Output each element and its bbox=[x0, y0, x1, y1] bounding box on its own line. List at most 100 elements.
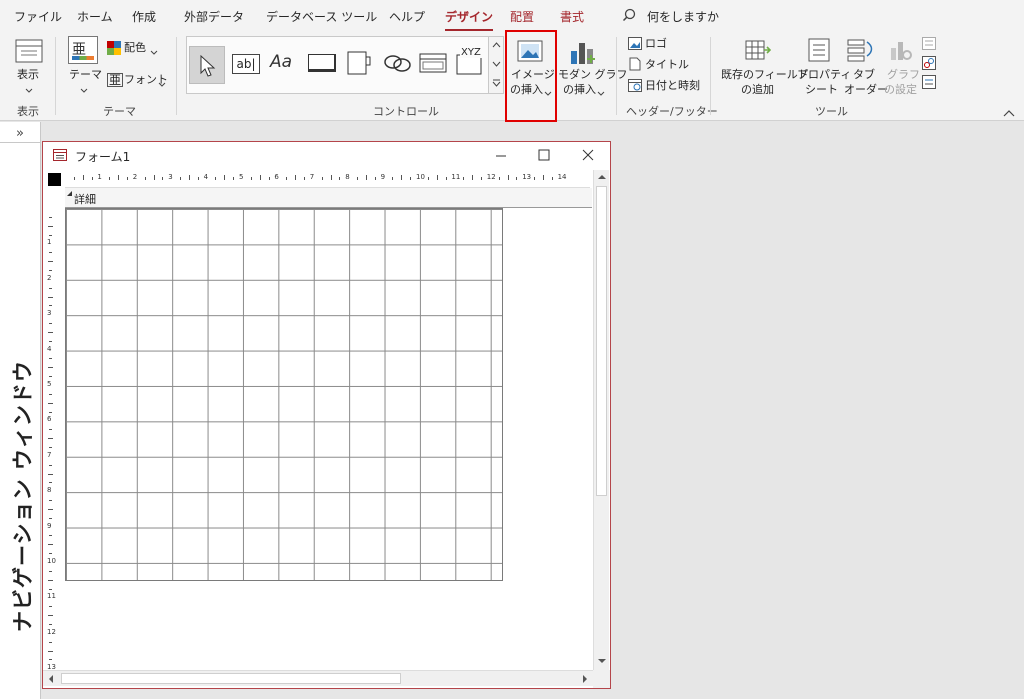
colors-button[interactable]: 配色 bbox=[124, 40, 146, 55]
insert-chart-dropdown-icon[interactable] bbox=[597, 87, 605, 100]
menu-help[interactable]: ヘルプ bbox=[389, 8, 425, 25]
ruler-tick bbox=[48, 650, 53, 652]
scroll-corner bbox=[593, 670, 610, 688]
ruler-tick bbox=[48, 261, 53, 263]
image-icon[interactable] bbox=[517, 40, 543, 65]
vertical-scroll-thumb[interactable] bbox=[596, 186, 607, 496]
web-browser-tool[interactable] bbox=[419, 53, 447, 76]
datetime-button[interactable]: 日付と時刻 bbox=[645, 78, 700, 93]
fonts-dropdown-icon[interactable] bbox=[158, 78, 166, 91]
detail-design-grid[interactable] bbox=[65, 208, 503, 581]
ruler-tick bbox=[49, 570, 52, 572]
scroll-left-icon bbox=[49, 675, 53, 683]
colors-icon[interactable] bbox=[107, 41, 121, 58]
nav-expand-icon[interactable]: » bbox=[16, 126, 24, 141]
button-tool[interactable] bbox=[308, 54, 336, 72]
collapse-ribbon-icon[interactable] bbox=[1003, 107, 1015, 120]
ruler-number: 11 bbox=[451, 173, 461, 181]
ruler-tick bbox=[153, 175, 155, 180]
textbox-tool[interactable]: ab| bbox=[232, 54, 260, 74]
ruler-tick bbox=[49, 376, 52, 378]
tab-control-tool[interactable] bbox=[347, 49, 371, 78]
ruler-tick bbox=[49, 553, 52, 555]
property-sheet-label-2[interactable]: シート bbox=[805, 82, 838, 97]
ruler-tick bbox=[374, 177, 376, 180]
insert-image-dropdown-icon[interactable] bbox=[544, 87, 552, 100]
existing-fields-icon[interactable] bbox=[745, 38, 772, 65]
title-button[interactable]: タイトル bbox=[645, 57, 689, 72]
ruler-tick bbox=[48, 615, 53, 617]
property-sheet-button[interactable]: プロパティ bbox=[797, 67, 851, 82]
ruler-number: 13 bbox=[47, 663, 56, 670]
title-icon[interactable] bbox=[629, 57, 641, 74]
detail-section-header[interactable]: 詳細 bbox=[65, 188, 592, 208]
ruler-number: 7 bbox=[309, 173, 315, 181]
code-icon[interactable] bbox=[922, 56, 936, 73]
ruler-tick bbox=[357, 177, 359, 180]
chart-icon[interactable] bbox=[569, 39, 599, 68]
calendar-icon[interactable] bbox=[628, 78, 642, 95]
tab-order-icon[interactable] bbox=[847, 38, 873, 65]
theme-dropdown-icon[interactable] bbox=[80, 84, 88, 97]
hyperlink-tool[interactable] bbox=[383, 52, 413, 77]
ruler-tick bbox=[542, 175, 544, 180]
separator bbox=[710, 37, 711, 115]
ruler-tick bbox=[534, 177, 536, 180]
ruler-tick bbox=[188, 175, 190, 180]
menu-external-data[interactable]: 外部データ bbox=[184, 8, 244, 25]
logo-button[interactable]: ロゴ bbox=[645, 36, 667, 51]
view-dropdown-icon[interactable] bbox=[25, 84, 33, 97]
logo-icon[interactable] bbox=[628, 37, 642, 53]
fonts-icon[interactable]: 亜 bbox=[107, 73, 124, 87]
property-sheet-icon[interactable] bbox=[808, 38, 830, 65]
insert-chart-button[interactable]: モダン グラフ bbox=[558, 67, 628, 82]
search-icon[interactable] bbox=[622, 8, 636, 25]
horizontal-scrollbar[interactable] bbox=[43, 670, 593, 686]
menu-format[interactable]: 書式 bbox=[560, 8, 584, 25]
maximize-icon[interactable] bbox=[538, 149, 550, 164]
label-tool[interactable]: Aa bbox=[270, 52, 302, 72]
vertical-scrollbar[interactable] bbox=[593, 170, 609, 670]
existing-fields-label-2[interactable]: の追加 bbox=[741, 82, 774, 97]
ruler-tick bbox=[303, 177, 305, 180]
menu-design[interactable]: デザイン bbox=[445, 8, 494, 31]
close-icon[interactable] bbox=[582, 149, 594, 164]
form-selector[interactable] bbox=[48, 173, 61, 186]
convert-macros-icon[interactable] bbox=[922, 75, 936, 92]
gallery-scroll[interactable] bbox=[488, 37, 503, 93]
tell-me-search[interactable]: 何をしますか bbox=[647, 8, 719, 25]
minimize-icon[interactable] bbox=[495, 149, 507, 164]
scroll-up-icon bbox=[598, 175, 606, 179]
theme-button[interactable]: テーマ bbox=[69, 67, 102, 82]
insert-image-label-2[interactable]: の挿入 bbox=[510, 82, 543, 97]
ruler-tick bbox=[144, 177, 146, 180]
ruler-tick bbox=[392, 177, 394, 180]
tab-order-label-2[interactable]: オーダー bbox=[844, 82, 888, 97]
menu-create[interactable]: 作成 bbox=[132, 8, 156, 25]
horizontal-scroll-thumb[interactable] bbox=[61, 673, 401, 684]
view-icon[interactable] bbox=[15, 39, 43, 66]
theme-icon[interactable]: 亜 bbox=[68, 36, 98, 64]
ruler-number: 11 bbox=[47, 592, 56, 601]
group-label-view: 表示 bbox=[17, 105, 39, 118]
ruler-tick bbox=[48, 331, 53, 333]
colors-dropdown-icon[interactable] bbox=[150, 46, 158, 59]
insert-image-button[interactable]: イメージ bbox=[511, 67, 555, 82]
insert-chart-label-2[interactable]: の挿入 bbox=[563, 82, 596, 97]
view-button[interactable]: 表示 bbox=[17, 67, 39, 82]
navigation-pane[interactable]: » ナビゲーション ウィンドウ bbox=[0, 122, 41, 699]
ruler-tick bbox=[126, 177, 128, 180]
menu-file[interactable]: ファイル bbox=[14, 8, 62, 25]
existing-fields-button[interactable]: 既存のフィールド bbox=[721, 67, 809, 82]
ruler-tick bbox=[48, 225, 53, 227]
menu-home[interactable]: ホーム bbox=[77, 8, 113, 25]
navigation-tool[interactable]: XYZ bbox=[455, 47, 487, 79]
ruler-number: 2 bbox=[132, 173, 138, 181]
ruler-tick bbox=[365, 175, 367, 180]
menu-arrange[interactable]: 配置 bbox=[510, 8, 534, 25]
menu-database-tools[interactable]: データベース ツール bbox=[266, 8, 377, 25]
select-tool[interactable] bbox=[189, 46, 225, 84]
tab-order-button[interactable]: タブ bbox=[853, 67, 875, 82]
ruler-tick bbox=[162, 177, 164, 180]
ruler-number: 12 bbox=[47, 627, 56, 636]
